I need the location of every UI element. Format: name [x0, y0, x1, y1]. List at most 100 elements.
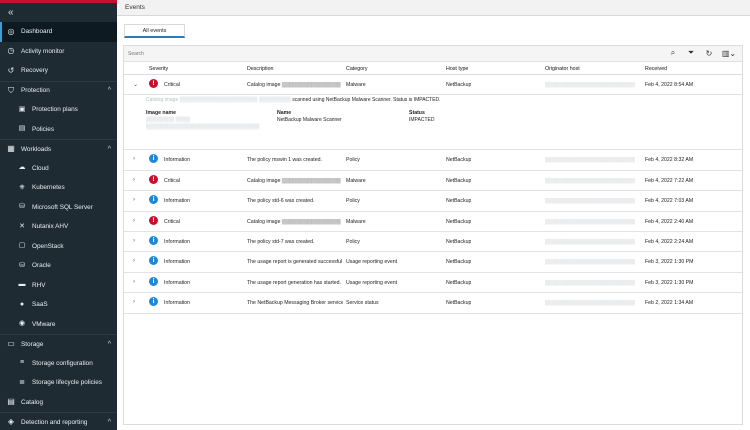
- sidebar-item-recovery[interactable]: ↺ Recovery: [0, 61, 117, 81]
- received-text: Feb 4, 2022 7:03 AM: [645, 198, 694, 205]
- status-label: Status: [409, 110, 425, 117]
- table-header: Severity Description Category Host type …: [124, 62, 742, 75]
- table-row[interactable]: ⌄! Critical Catalog image ▒▒▒▒▒▒▒▒▒▒▒▒▒▒▒▒…: [124, 75, 742, 96]
- search-input[interactable]: [128, 49, 428, 59]
- sidebar-item-oracle[interactable]: ⛁ Oracle: [0, 256, 117, 276]
- sidebar-item-label: Nutanix AHV: [32, 223, 69, 231]
- sidebar-item-rhv[interactable]: ▬ RHV: [0, 276, 117, 296]
- host-type-text: NetBackup: [446, 82, 472, 88]
- chevron-up-icon[interactable]: ^: [108, 419, 111, 426]
- originator-host-text: ▒▒▒▒▒▒▒▒▒▒▒▒▒▒▒▒▒▒▒▒▒▒▒▒▒: [545, 218, 635, 225]
- saas-icon: ●: [19, 300, 25, 308]
- filter-icon[interactable]: ⏷: [686, 48, 696, 58]
- chevron-down-icon[interactable]: ⌄: [133, 81, 138, 88]
- sidebar-item-label: OpenStack: [32, 242, 64, 250]
- sidebar-item-activity-monitor[interactable]: ◷ Activity monitor: [0, 42, 117, 62]
- chevron-right-icon[interactable]: ›: [133, 218, 135, 224]
- originator-host-text: ▒▒▒▒▒▒▒▒▒▒▒▒▒▒▒▒▒▒▒▒▒▒▒▒▒: [545, 279, 635, 286]
- sidebar-item-dashboard[interactable]: ◎ Dashboard: [0, 22, 117, 42]
- critical-icon: !: [149, 79, 159, 89]
- sidebar-item-nutanix-ahv[interactable]: ✕ Nutanix AHV: [0, 217, 117, 237]
- rhv-icon: ▬: [18, 281, 26, 289]
- nutanix-icon: ✕: [19, 222, 25, 230]
- sidebar-item-protection-plans[interactable]: ▣ Protection plans: [0, 100, 117, 120]
- table-row[interactable]: ›! Critical Catalog image ▒▒▒▒▒▒▒▒▒▒▒▒▒▒▒▒…: [124, 171, 742, 192]
- sidebar-item-label: Catalog: [21, 398, 44, 406]
- sidebar-item-storage[interactable]: ▭ Storage ^: [0, 334, 117, 354]
- column-header-severity[interactable]: Severity: [149, 66, 168, 72]
- info-icon: i: [149, 276, 159, 287]
- category-text: Policy: [346, 198, 360, 205]
- info-icon: i: [149, 256, 159, 266]
- detection-icon: ◈: [7, 417, 15, 427]
- column-header-description[interactable]: Description: [247, 66, 274, 72]
- collapse-icon[interactable]: «: [8, 7, 14, 19]
- chevron-right-icon[interactable]: ›: [133, 238, 135, 244]
- table-row[interactable]: › i Information The policy std-6 was create…: [124, 191, 742, 212]
- sidebar-item-catalog[interactable]: ▤ Catalog: [0, 393, 117, 413]
- severity-text: Information: [164, 157, 190, 164]
- sidebar-item-cloud[interactable]: ☁ Cloud: [0, 159, 117, 179]
- tab-all-events[interactable]: All events: [124, 24, 185, 38]
- table-row[interactable]: › i Information The usage report is generat…: [124, 252, 742, 273]
- sidebar-item-storage-configuration[interactable]: ≡ Storage configuration: [0, 354, 117, 374]
- kubernetes-icon: ⎈: [19, 183, 25, 191]
- chevron-right-icon[interactable]: ›: [133, 177, 135, 183]
- workloads-icon: ▦: [7, 144, 15, 154]
- sidebar-item-detection-and-reporting[interactable]: ◈ Detection and reporting ^: [0, 412, 117, 430]
- sidebar-item-policies[interactable]: ▤ Policies: [0, 120, 117, 140]
- chevron-right-icon[interactable]: ›: [133, 299, 135, 305]
- severity-text: Critical: [164, 177, 180, 184]
- refresh-icon[interactable]: ↻: [704, 48, 714, 58]
- category-text: Service status: [346, 300, 379, 307]
- sidebar-item-kubernetes[interactable]: ⎈ Kubernetes: [0, 178, 117, 198]
- sidebar-item-saas[interactable]: ● SaaS: [0, 295, 117, 315]
- chevron-right-icon[interactable]: ›: [133, 197, 135, 203]
- vmware-icon: ◉: [18, 320, 26, 328]
- sidebar-item-label: Protection plans: [32, 106, 78, 114]
- columns-icon[interactable]: ▥⌄: [722, 48, 736, 58]
- host-type-text: NetBackup: [446, 157, 472, 164]
- column-header-received[interactable]: Received: [645, 66, 667, 72]
- table-row[interactable]: ›! Critical Catalog image ▒▒▒▒▒▒▒▒▒▒▒▒▒▒▒▒…: [124, 212, 742, 232]
- column-header-host-type[interactable]: Host type: [446, 66, 468, 72]
- sidebar-item-microsoft-sql-server[interactable]: ⛁ Microsoft SQL Server: [0, 198, 117, 218]
- sidebar-item-label: Workloads: [21, 145, 52, 153]
- details-message: Catalog image ▒▒▒▒▒▒▒▒▒▒▒▒▒▒▒▒▒▒▒▒▒▒ ▒▒▒…: [146, 97, 441, 104]
- chevron-right-icon[interactable]: ›: [133, 156, 135, 162]
- chevron-up-icon[interactable]: ^: [108, 341, 111, 348]
- cloud-icon: ☁: [18, 164, 26, 172]
- lifecycle-icon: ≣: [19, 378, 25, 386]
- name-label: Name: [277, 110, 292, 117]
- sidebar-item-openstack[interactable]: ▢ OpenStack: [0, 237, 117, 257]
- column-header-originator-host[interactable]: Originator host: [545, 66, 580, 72]
- originator-host-text: ▒▒▒▒▒▒▒▒▒▒▒▒▒▒▒▒▒▒▒▒▒▒▒▒▒: [545, 157, 635, 164]
- sidebar-item-label: Activity monitor: [21, 47, 65, 55]
- sidebar-item-label: Microsoft SQL Server: [32, 203, 93, 211]
- row-details: Catalog image ▒▒▒▒▒▒▒▒▒▒▒▒▒▒▒▒▒▒▒▒▒▒ ▒▒▒…: [124, 95, 742, 151]
- table-row[interactable]: › i Information The policy mswin 1 was crea…: [124, 150, 742, 171]
- column-header-category[interactable]: Category: [346, 66, 368, 72]
- sidebar-item-storage-lifecycle-policies[interactable]: ≣ Storage lifecycle policies: [0, 373, 117, 393]
- sidebar-item-label: Recovery: [21, 67, 48, 75]
- status-value: IMPACTED: [409, 117, 435, 124]
- category-text: Malware: [346, 82, 366, 88]
- sidebar-item-label: Storage: [21, 340, 44, 348]
- table-row[interactable]: › i Information The policy std-7 was create…: [124, 232, 742, 253]
- table-row[interactable]: › i Information The usage report generation…: [124, 273, 742, 294]
- sidebar-item-vmware[interactable]: ◉ VMware: [0, 315, 117, 335]
- sidebar-item-label: Protection: [21, 87, 50, 95]
- chevron-right-icon[interactable]: ›: [133, 258, 135, 264]
- info-icon: i: [149, 154, 159, 164]
- severity-text: Information: [164, 238, 190, 245]
- chevron-up-icon[interactable]: ^: [108, 87, 111, 94]
- chevron-up-icon[interactable]: ^: [108, 146, 111, 153]
- sidebar-item-workloads[interactable]: ▦ Workloads ^: [0, 139, 117, 159]
- plans-icon: ▣: [18, 105, 26, 113]
- sidebar-item-protection[interactable]: ⛉ Protection ^: [0, 80, 117, 101]
- search-icon[interactable]: ⌕: [668, 48, 678, 58]
- host-type-text: NetBackup: [446, 198, 472, 205]
- info-icon: i: [149, 195, 159, 205]
- table-row[interactable]: › i Information The NetBackup Messaging Bro…: [124, 293, 742, 314]
- chevron-right-icon[interactable]: ›: [133, 279, 135, 285]
